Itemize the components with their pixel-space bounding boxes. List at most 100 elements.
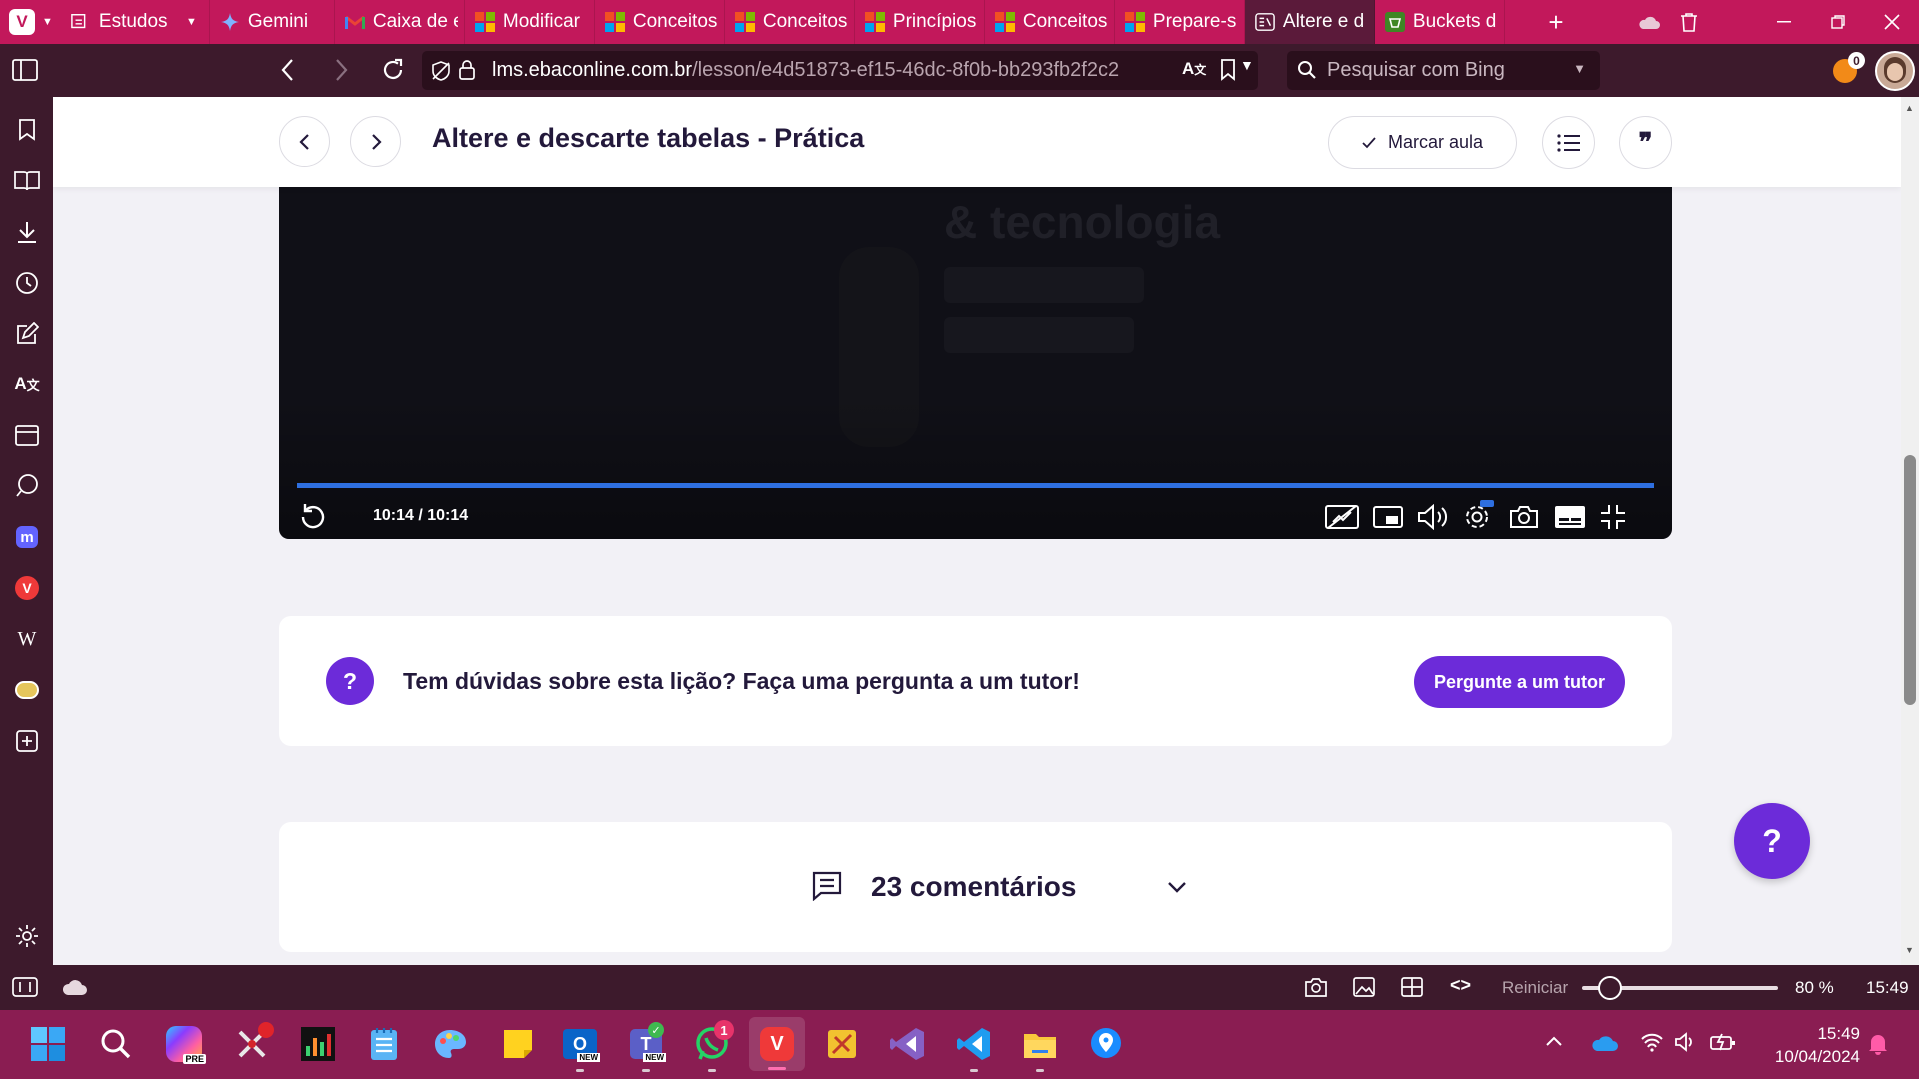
cloud-sync-icon[interactable]	[1632, 0, 1666, 44]
zoom-reset-button[interactable]: Reiniciar	[1502, 978, 1568, 998]
search-field[interactable]: Pesquisar com Bing ▼	[1287, 51, 1600, 90]
forward-button[interactable]	[333, 58, 349, 87]
tab-altere-e-descarte[interactable]: Altere e d	[1244, 0, 1375, 44]
next-lesson-button[interactable]	[350, 116, 401, 167]
video-replay-button[interactable]	[295, 500, 329, 534]
vscode-app[interactable]	[950, 1020, 998, 1072]
scroll-down-icon[interactable]: ▼	[1905, 945, 1914, 955]
scroll-up-icon[interactable]: ▲	[1905, 103, 1914, 113]
subtitles-icon[interactable]	[1553, 500, 1587, 534]
page-actions-icon[interactable]: <>	[1450, 975, 1471, 996]
previous-lesson-button[interactable]	[279, 116, 330, 167]
scroll-thumb[interactable]	[1904, 455, 1916, 705]
help-button[interactable]: ?	[1734, 803, 1810, 879]
bookmarks-icon[interactable]	[13, 116, 41, 144]
settings-icon[interactable]	[13, 922, 41, 950]
show-hidden-icons-icon[interactable]	[1545, 1034, 1563, 1052]
video-settings-icon[interactable]	[1460, 500, 1494, 534]
chevron-down-icon[interactable]: ▼	[42, 16, 53, 28]
tab-principios[interactable]: Princípios	[855, 0, 985, 44]
calendar-icon[interactable]	[13, 421, 41, 449]
search-button[interactable]	[92, 1020, 140, 1068]
tab-conceitos-1[interactable]: Conceitos	[595, 0, 725, 44]
history-icon[interactable]	[13, 269, 41, 297]
tab-stack-estudos[interactable]: Estudos ▼	[61, 0, 210, 44]
quote-button[interactable]: ❞	[1619, 116, 1672, 169]
ask-tutor-button[interactable]: Pergunte a um tutor	[1414, 656, 1625, 708]
picture-in-picture-icon[interactable]	[1371, 500, 1405, 534]
side-panel-toggle-icon[interactable]	[12, 59, 38, 86]
chevron-down-icon[interactable]: ▼	[186, 16, 197, 28]
chevron-down-icon[interactable]	[1167, 880, 1187, 898]
tab-conceitos-2[interactable]: Conceitos	[725, 0, 855, 44]
tab-gemini[interactable]: Gemini	[210, 0, 335, 44]
vivaldi-menu-button[interactable]: V	[9, 9, 35, 35]
bookmark-icon[interactable]	[1220, 59, 1236, 87]
lesson-list-button[interactable]	[1542, 116, 1595, 169]
downloads-icon[interactable]	[13, 218, 41, 246]
lock-icon[interactable]	[458, 59, 476, 87]
system-clock[interactable]: 15:49 10/04/2024	[1752, 1022, 1860, 1068]
copilot-app[interactable]: PRE	[160, 1020, 208, 1068]
maps-app[interactable]	[1082, 1020, 1130, 1068]
new-tab-button[interactable]: +	[1540, 0, 1572, 44]
panel-toggle-icon[interactable]	[12, 977, 38, 1002]
teams-app[interactable]: T ✓ NEW	[622, 1020, 670, 1072]
zoom-slider[interactable]	[1582, 976, 1778, 1000]
zoom-slider-handle[interactable]	[1598, 976, 1622, 1000]
page-tiling-icon[interactable]	[1400, 976, 1424, 1003]
image-toggle-icon[interactable]	[1352, 976, 1376, 1003]
comments-card[interactable]: 23 comentários	[279, 822, 1672, 952]
audio-app[interactable]	[294, 1020, 342, 1068]
restore-button[interactable]	[1812, 0, 1864, 44]
start-button[interactable]	[24, 1020, 72, 1068]
back-button[interactable]	[280, 58, 296, 87]
video-progress-bar[interactable]	[297, 483, 1654, 488]
sync-cloud-icon[interactable]	[62, 978, 88, 1001]
minimize-button[interactable]	[1758, 0, 1810, 44]
capture-icon[interactable]	[1304, 976, 1328, 1003]
vivaldi-app[interactable]: V	[749, 1017, 805, 1071]
tab-buckets[interactable]: Buckets d	[1375, 0, 1505, 44]
wifi-icon[interactable]	[1640, 1032, 1664, 1057]
paint-app[interactable]	[426, 1020, 474, 1068]
reload-button[interactable]	[380, 57, 406, 88]
avatar[interactable]	[1875, 51, 1915, 91]
web-panel-icon[interactable]	[13, 676, 41, 704]
close-window-button[interactable]	[1866, 0, 1918, 44]
translate-icon[interactable]: A文	[1182, 59, 1206, 79]
add-web-panel-icon[interactable]	[13, 727, 41, 755]
reading-list-icon[interactable]	[13, 167, 41, 195]
tab-modificar[interactable]: Modificar	[465, 0, 595, 44]
feeds-icon[interactable]	[13, 472, 41, 500]
tab-prepare-se[interactable]: Prepare-s	[1115, 0, 1245, 44]
sticky-notes-app[interactable]	[494, 1020, 542, 1068]
volume-icon[interactable]	[1417, 500, 1451, 534]
battery-icon[interactable]	[1710, 1032, 1736, 1057]
tracker-blocker-icon[interactable]	[430, 60, 452, 88]
notes-icon[interactable]	[13, 320, 41, 348]
tools-app[interactable]	[818, 1020, 866, 1068]
notification-bell-icon[interactable]	[1868, 1033, 1888, 1060]
address-field[interactable]: lms.ebaconline.com.br/lesson/e4d51873-ef…	[422, 51, 1258, 90]
trash-icon[interactable]	[1672, 0, 1706, 44]
notepad-app[interactable]	[360, 1020, 408, 1068]
wikipedia-icon[interactable]: W	[13, 625, 41, 653]
tab-gmail[interactable]: Caixa de e	[335, 0, 465, 44]
file-explorer-app[interactable]	[1016, 1020, 1064, 1072]
translate-panel-icon[interactable]: A文	[13, 370, 41, 398]
tab-conceitos-3[interactable]: Conceitos	[985, 0, 1115, 44]
outlook-app[interactable]: O NEW	[556, 1020, 604, 1072]
visual-studio-app[interactable]	[884, 1020, 932, 1068]
mastodon-icon[interactable]: m	[13, 523, 41, 551]
mark-lesson-button[interactable]: Marcar aula	[1328, 116, 1517, 169]
chevron-down-icon[interactable]: ▼	[1573, 61, 1586, 76]
screenshot-icon[interactable]	[1507, 500, 1541, 534]
whatsapp-app[interactable]: 1	[688, 1020, 736, 1072]
chevron-down-icon[interactable]: ▼	[1240, 57, 1254, 73]
page-scrollbar[interactable]: ▲ ▼	[1901, 97, 1919, 965]
onedrive-icon[interactable]	[1590, 1034, 1618, 1057]
volume-icon[interactable]	[1674, 1032, 1696, 1057]
exit-fullscreen-icon[interactable]	[1596, 500, 1630, 534]
autoplay-off-icon[interactable]	[1325, 500, 1359, 534]
